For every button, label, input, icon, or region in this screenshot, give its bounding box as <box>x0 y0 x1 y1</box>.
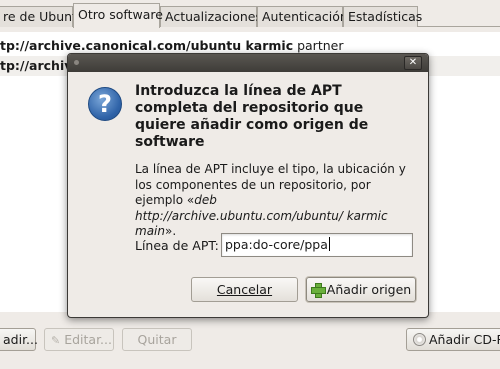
add-button[interactable]: adir... <box>0 328 38 351</box>
add-icon <box>310 283 326 298</box>
edit-button-label: Editar... <box>64 332 112 347</box>
desc-text: La línea de APT incluye el tipo, la ubic… <box>135 162 406 207</box>
apt-line-label: Línea de APT: <box>135 238 219 253</box>
dialog-titlebar[interactable]: ✕ <box>68 54 428 72</box>
add-source-button[interactable]: Añadir origen <box>306 277 416 302</box>
close-icon[interactable]: ✕ <box>404 56 422 70</box>
add-source-dialog: ✕ ? Introduzca la línea de APT completa … <box>67 53 429 318</box>
cancel-button-label: Cancelar <box>216 282 273 297</box>
tab-ubuntu-software[interactable]: re de Ubuntu <box>0 6 85 27</box>
question-icon: ? <box>88 87 122 121</box>
source-url: tp://archive.canonical.com/ubuntu karmic <box>0 38 294 53</box>
apt-line-value: ppa:do-core/ppa <box>225 237 328 252</box>
edit-button[interactable]: ✎ Editar... <box>44 328 114 351</box>
remove-button[interactable]: Quitar <box>122 328 192 351</box>
cdrom-icon <box>413 333 426 346</box>
window-menu-icon[interactable] <box>74 60 79 65</box>
desc-end: ». <box>164 224 177 238</box>
tab-statistics[interactable]: Estadísticas <box>343 6 422 27</box>
source-component: partner <box>293 38 344 53</box>
tab-updates[interactable]: Actualizaciones <box>160 6 262 27</box>
text-caret <box>328 237 330 251</box>
tab-authentication[interactable]: Autenticación <box>257 6 348 27</box>
cancel-button[interactable]: Cancelar <box>191 277 298 302</box>
tab-other-software[interactable]: Otro software <box>73 3 163 28</box>
bottom-toolbar: adir... ✎ Editar... Quitar Añadir CD-RC <box>0 318 500 369</box>
tab-bar: re de Ubuntu Otro software Actualizacion… <box>0 0 500 28</box>
add-source-label: Añadir origen <box>326 282 412 297</box>
add-cdrom-label: Añadir CD-RC <box>429 332 500 347</box>
dialog-heading: Introduzca la línea de APT completa del … <box>135 83 369 150</box>
apt-line-input[interactable]: ppa:do-core/ppa <box>221 233 413 257</box>
add-cdrom-button[interactable]: Añadir CD-RC <box>406 328 500 351</box>
dialog-description: La línea de APT incluye el tipo, la ubic… <box>135 162 420 240</box>
pencil-icon: ✎ <box>51 334 61 347</box>
